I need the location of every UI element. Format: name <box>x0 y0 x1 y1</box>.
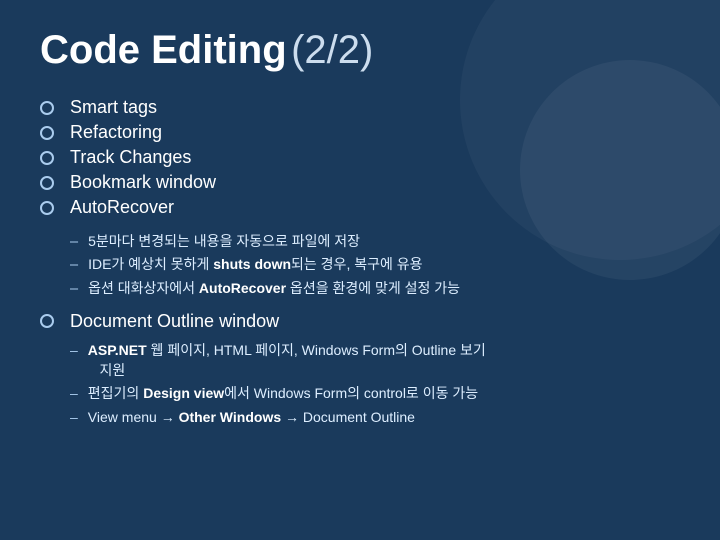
sub-dash: – <box>70 255 78 275</box>
bullet-label: AutoRecover <box>70 197 174 218</box>
sub-item-text: 5분마다 변경되는 내용을 자동으로 파일에 저장 <box>88 232 360 252</box>
bullet-label: Bookmark window <box>70 172 216 193</box>
bold-other-windows: Other Windows <box>179 409 282 425</box>
autorecover-sub-list: – 5분마다 변경되는 내용을 자동으로 파일에 저장 – IDE가 예상치 못… <box>70 232 680 299</box>
bullet-icon <box>40 314 54 328</box>
list-item: Track Changes <box>40 147 680 168</box>
sub-dash: – <box>70 383 78 403</box>
list-item: – IDE가 예상치 못하게 shuts down되는 경우, 복구에 유용 <box>70 255 680 275</box>
list-item: – 5분마다 변경되는 내용을 자동으로 파일에 저장 <box>70 232 680 252</box>
bullet-icon <box>40 126 54 140</box>
sub-item-text: ASP.NET 웹 페이지, HTML 페이지, Windows Form의 O… <box>88 340 486 381</box>
bullet-icon <box>40 151 54 165</box>
list-item: Bookmark window <box>40 172 680 193</box>
title-area: Code Editing (2/2) <box>40 28 680 73</box>
sub-item-text: View menu → Other Windows → Document Out… <box>88 407 415 427</box>
bold-autorecover: AutoRecover <box>199 280 286 296</box>
main-bullet-list: Smart tags Refactoring Track Changes Boo… <box>40 97 680 218</box>
list-item: – 옵션 대화상자에서 AutoRecover 옵션을 환경에 맞게 설정 가능 <box>70 279 680 299</box>
list-item: Smart tags <box>40 97 680 118</box>
bullet-icon <box>40 176 54 190</box>
bold-design-view: Design view <box>143 385 224 401</box>
page-title-main: Code Editing <box>40 28 287 72</box>
list-item: – 편집기의 Design view에서 Windows Form의 contr… <box>70 383 680 403</box>
bold-shuts-down: shuts down <box>213 256 291 272</box>
sub-dash: – <box>70 407 78 427</box>
sub-dash: – <box>70 279 78 299</box>
list-item: – ASP.NET 웹 페이지, HTML 페이지, Windows Form의… <box>70 340 680 381</box>
page-title-sub: (2/2) <box>291 28 373 72</box>
list-item: Refactoring <box>40 122 680 143</box>
section-bullet: Document Outline window <box>40 311 680 332</box>
sub-dash: – <box>70 232 78 252</box>
sub-item-text: IDE가 예상치 못하게 shuts down되는 경우, 복구에 유용 <box>88 255 422 275</box>
bullet-icon <box>40 101 54 115</box>
sub-item-text: 옵션 대화상자에서 AutoRecover 옵션을 환경에 맞게 설정 가능 <box>88 279 460 299</box>
bullet-label: Smart tags <box>70 97 157 118</box>
list-item: AutoRecover <box>40 197 680 218</box>
bullet-label: Track Changes <box>70 147 191 168</box>
section-label: Document Outline window <box>70 311 279 332</box>
document-outline-sub-list: – ASP.NET 웹 페이지, HTML 페이지, Windows Form의… <box>70 340 680 427</box>
bullet-label: Refactoring <box>70 122 162 143</box>
sub-dash: – <box>70 340 78 360</box>
bold-aspnet: ASP.NET <box>88 342 147 358</box>
list-item: – View menu → Other Windows → Document O… <box>70 407 680 427</box>
bullet-icon <box>40 201 54 215</box>
sub-item-text: 편집기의 Design view에서 Windows Form의 control… <box>88 383 478 403</box>
